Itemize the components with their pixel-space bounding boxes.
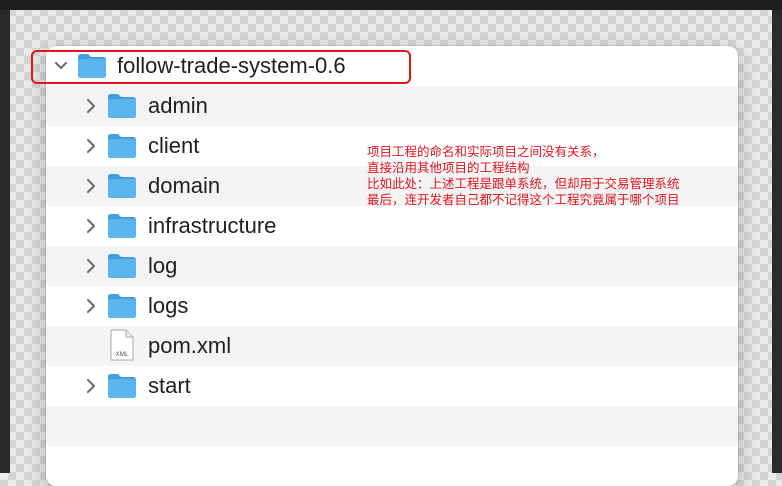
- folder-icon: [108, 294, 136, 318]
- tree-item-label: domain: [148, 173, 221, 198]
- tree-item-label: logs: [148, 293, 189, 318]
- tree-item-label: log: [148, 253, 178, 278]
- annotation-line: 最后，连开发者自己都不记得这个工程究竟属于哪个项目: [367, 192, 680, 207]
- tree-row-pom-xml[interactable]: XML pom.xml: [46, 326, 738, 366]
- chevron-right-icon[interactable]: [84, 218, 98, 234]
- folder-icon: [108, 254, 136, 278]
- highlight-box: [31, 50, 411, 84]
- folder-icon: [108, 134, 136, 158]
- tree-row-admin[interactable]: admin: [46, 86, 738, 126]
- annotation-line: 直接沿用其他项目的工程结构: [367, 160, 530, 175]
- annotation-line: 项目工程的命名和实际项目之间没有关系，: [367, 144, 605, 159]
- folder-icon: [108, 214, 136, 238]
- chevron-right-icon[interactable]: [84, 138, 98, 154]
- tree-item-label: infrastructure: [148, 213, 277, 238]
- chevron-right-icon[interactable]: [84, 98, 98, 114]
- annotation-text: 项目工程的命名和实际项目之间没有关系， 直接沿用其他项目的工程结构 比如此处：上…: [367, 144, 737, 208]
- background-right-strip: [772, 10, 782, 473]
- folder-icon: [108, 374, 136, 398]
- xml-file-badge: XML: [115, 351, 129, 358]
- chevron-right-icon[interactable]: [84, 178, 98, 194]
- empty-row: [46, 446, 738, 486]
- tree-row-logs[interactable]: logs: [46, 286, 738, 326]
- tree-row-log[interactable]: log: [46, 246, 738, 286]
- tree-item-label: start: [148, 373, 191, 398]
- tree-item-label: admin: [148, 93, 208, 118]
- chevron-right-icon[interactable]: [84, 378, 98, 394]
- empty-row: [46, 406, 738, 446]
- tree-item-label: client: [148, 133, 200, 158]
- background-left-strip: [0, 10, 10, 473]
- finder-window: follow-trade-system-0.6 admin client dom…: [46, 46, 738, 486]
- folder-icon: [108, 174, 136, 198]
- chevron-right-icon[interactable]: [84, 298, 98, 314]
- chevron-right-icon[interactable]: [84, 258, 98, 274]
- tree-row-start[interactable]: start: [46, 366, 738, 406]
- tree-row-infrastructure[interactable]: infrastructure: [46, 206, 738, 246]
- annotation-line: 比如此处：上述工程是跟单系统，但却用于交易管理系统: [367, 176, 680, 191]
- xml-file-icon: XML: [110, 329, 134, 361]
- folder-icon: [108, 94, 136, 118]
- tree-item-label: pom.xml: [148, 333, 232, 358]
- background-top-strip: [0, 0, 782, 10]
